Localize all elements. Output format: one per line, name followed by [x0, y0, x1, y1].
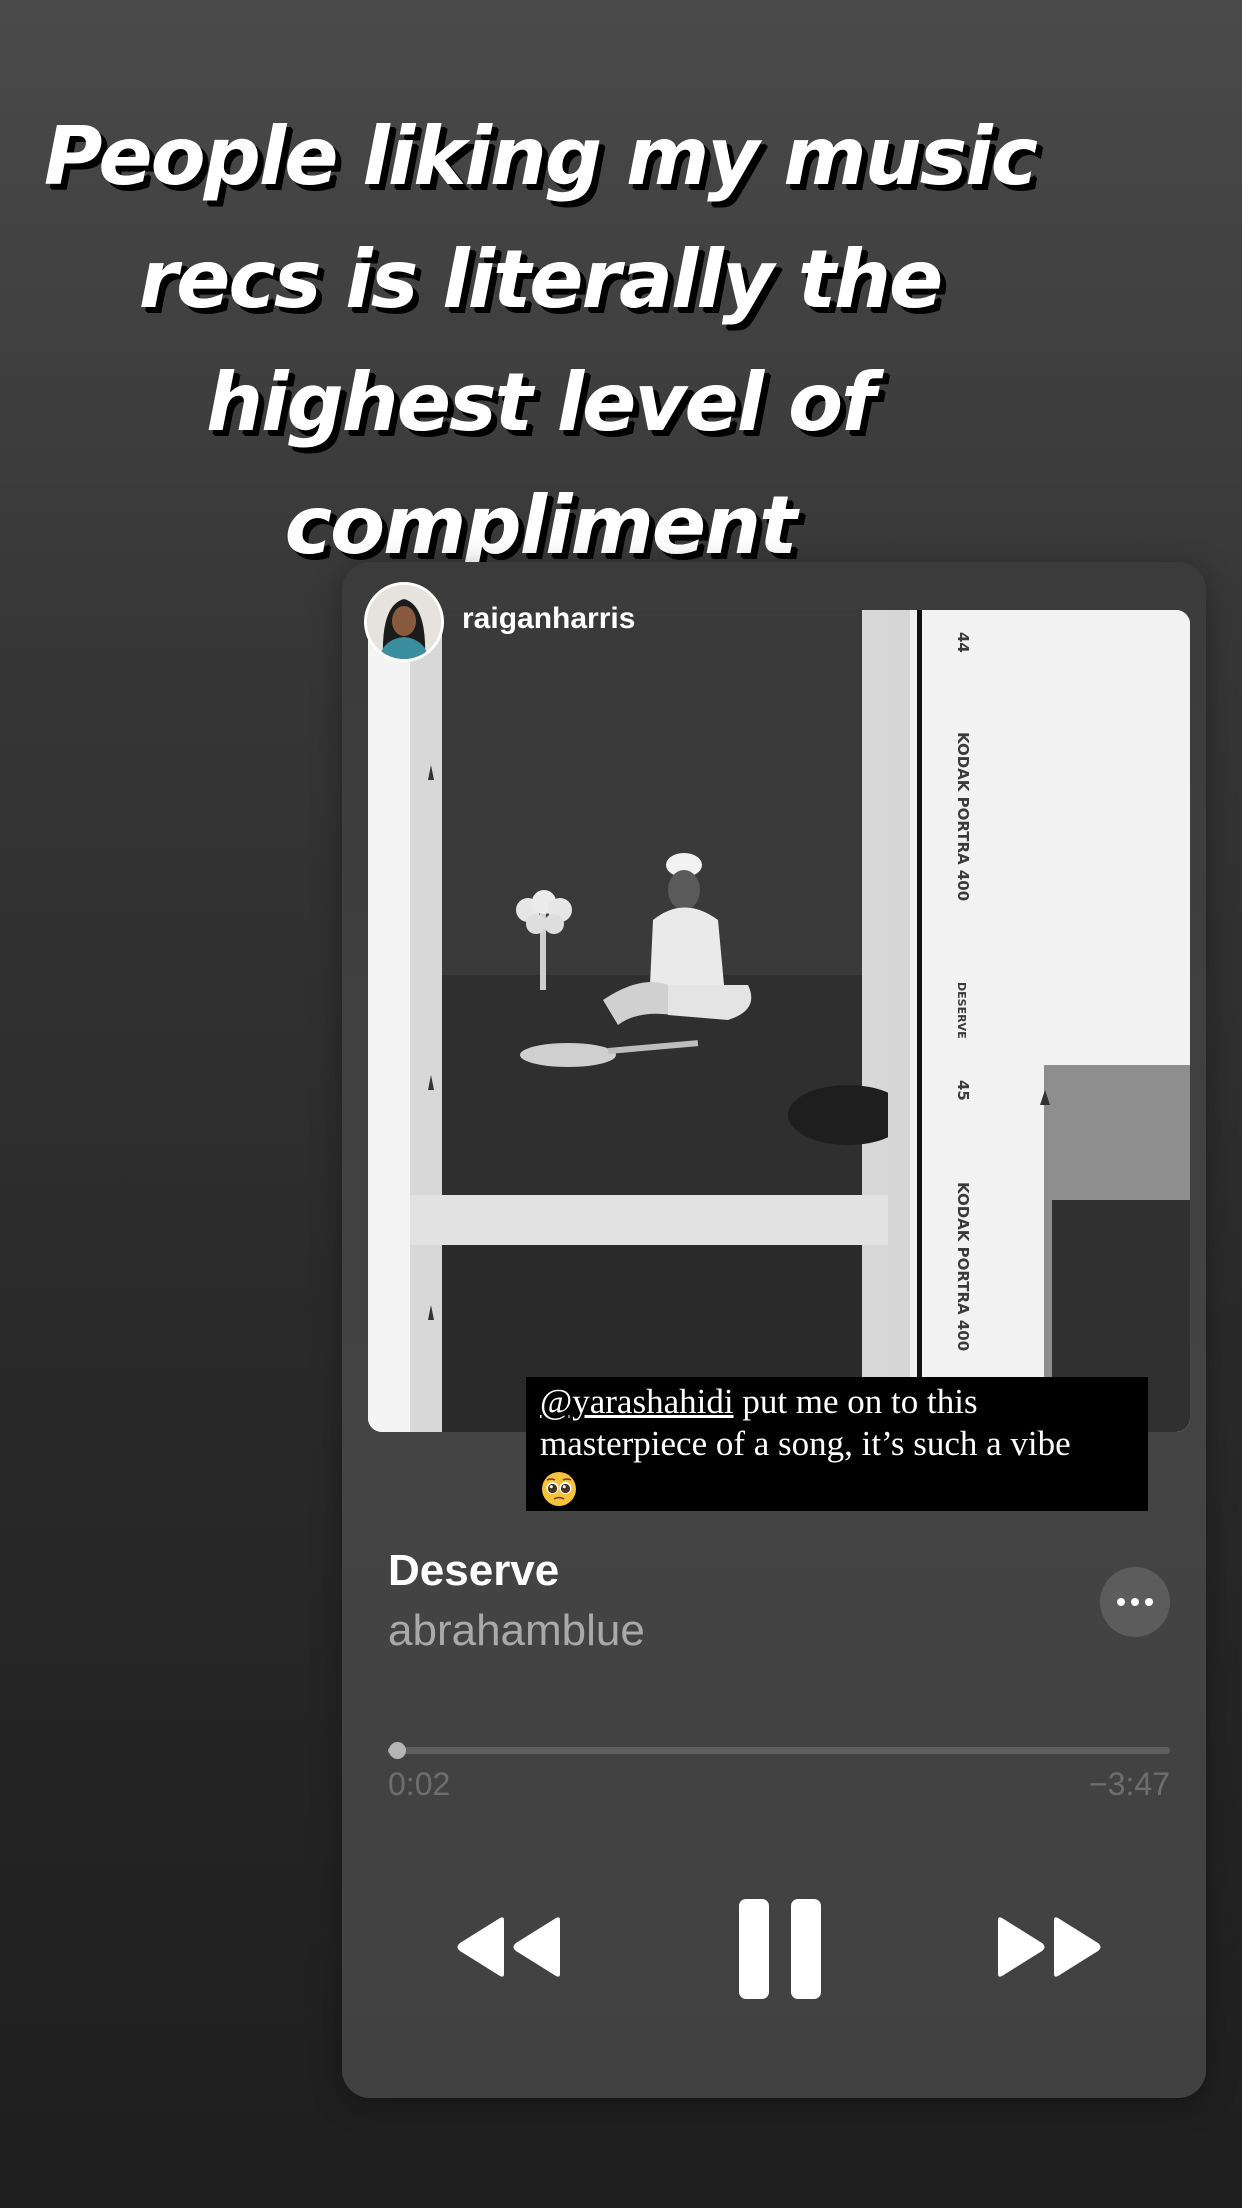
- ellipsis-icon-dot: [1145, 1598, 1153, 1606]
- frame-number-top: 44: [954, 632, 972, 653]
- fast-forward-icon: [998, 1917, 1101, 1977]
- film-title-label: DESERVE: [955, 982, 968, 1039]
- fast-forward-button[interactable]: [996, 1914, 1106, 1980]
- rewind-button[interactable]: [452, 1914, 562, 1980]
- song-title: Deserve: [388, 1546, 560, 1595]
- post-username[interactable]: raiganharris: [462, 602, 635, 636]
- playback-progress-bar[interactable]: [388, 1742, 1170, 1759]
- pause-button[interactable]: [737, 1897, 823, 2001]
- film-negative-image: 44 KODAK PORTRA 400 DESERVE 45 KODAK POR…: [368, 610, 1190, 1432]
- film-stock-label-top: KODAK PORTRA 400: [954, 732, 972, 901]
- time-elapsed: 0:02: [388, 1766, 451, 1802]
- caption-mention[interactable]: @yarashahidi: [540, 1382, 734, 1421]
- progress-scrubber-knob[interactable]: [389, 1742, 407, 1759]
- story-caption: @yarashahidi put me on to this masterpie…: [526, 1377, 1148, 1511]
- album-artwork: 44 KODAK PORTRA 400 DESERVE 45 KODAK POR…: [368, 610, 1190, 1432]
- ellipsis-icon: [1117, 1598, 1125, 1606]
- rewind-icon: [457, 1917, 560, 1977]
- avatar[interactable]: [364, 582, 444, 662]
- film-stock-label-bottom: KODAK PORTRA 400: [954, 1182, 972, 1351]
- ellipsis-icon-dot: [1131, 1598, 1139, 1606]
- pause-icon: [739, 1899, 821, 1999]
- profile-photo: [367, 585, 441, 659]
- frame-number-mid: 45: [954, 1080, 972, 1101]
- artist-name[interactable]: abrahamblue: [388, 1606, 645, 1656]
- time-remaining: −3:47: [1089, 1766, 1170, 1802]
- story-headline: People liking my music recs is literally…: [43, 110, 1038, 572]
- pleading-face-emoji-icon: [540, 1470, 578, 1508]
- more-options-button[interactable]: [1100, 1567, 1170, 1637]
